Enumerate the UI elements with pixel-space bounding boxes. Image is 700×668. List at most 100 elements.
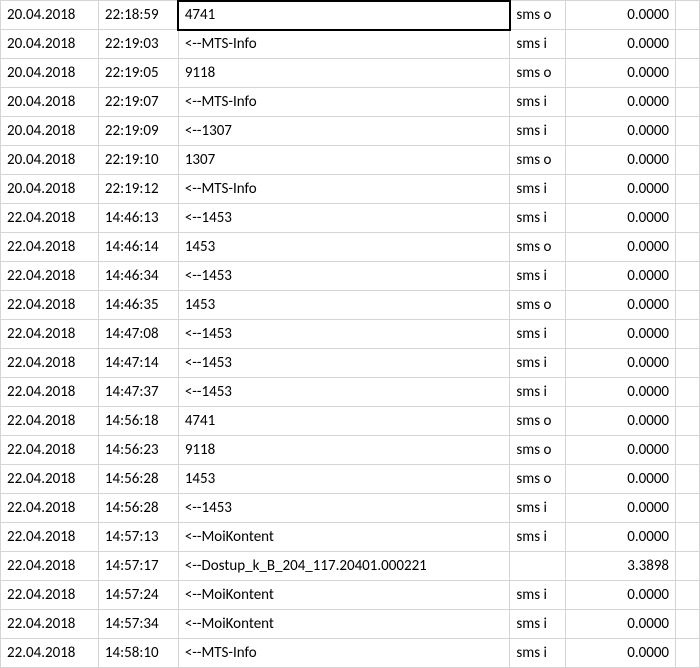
table-row[interactable]: 22.04.201814:47:14<--1453sms i0.0000	[1, 349, 700, 378]
cell-description[interactable]: <--1307	[178, 117, 510, 146]
table-row[interactable]: 22.04.201814:46:13<--1453sms i0.0000	[1, 204, 700, 233]
cell-time[interactable]: 14:57:34	[98, 610, 178, 639]
cell-description[interactable]: <--1453	[178, 378, 510, 407]
cell-empty[interactable]	[676, 59, 700, 88]
cell-description[interactable]: 4741	[178, 1, 510, 30]
cell-type[interactable]: sms i	[510, 117, 566, 146]
cell-description[interactable]: <--MTS-Info	[178, 30, 510, 59]
cell-empty[interactable]	[676, 1, 700, 30]
cell-description[interactable]: <--MoiKontent	[178, 581, 510, 610]
cell-empty[interactable]	[676, 465, 700, 494]
cell-time[interactable]: 14:56:28	[98, 494, 178, 523]
cell-time[interactable]: 14:57:24	[98, 581, 178, 610]
cell-description[interactable]: <--1453	[178, 204, 510, 233]
cell-date[interactable]: 22.04.2018	[1, 436, 99, 465]
cell-type[interactable]: sms i	[510, 494, 566, 523]
cell-date[interactable]: 22.04.2018	[1, 465, 99, 494]
cell-value[interactable]: 0.0000	[566, 30, 676, 59]
cell-date[interactable]: 20.04.2018	[1, 1, 99, 30]
cell-type[interactable]: sms o	[510, 59, 566, 88]
cell-description[interactable]: 1453	[178, 291, 510, 320]
cell-time[interactable]: 22:19:10	[98, 146, 178, 175]
cell-type[interactable]: sms i	[510, 639, 566, 668]
cell-value[interactable]: 0.0000	[566, 262, 676, 291]
cell-value[interactable]: 3.3898	[566, 552, 676, 581]
cell-type[interactable]: sms i	[510, 175, 566, 204]
cell-value[interactable]: 0.0000	[566, 117, 676, 146]
cell-description[interactable]: <--1453	[178, 320, 510, 349]
cell-time[interactable]: 14:47:14	[98, 349, 178, 378]
table-row[interactable]: 22.04.201814:56:281453sms o0.0000	[1, 465, 700, 494]
cell-time[interactable]: 14:47:37	[98, 378, 178, 407]
cell-type[interactable]: sms i	[510, 581, 566, 610]
cell-value[interactable]: 0.0000	[566, 1, 676, 30]
cell-time[interactable]: 22:19:05	[98, 59, 178, 88]
cell-description[interactable]: 1453	[178, 465, 510, 494]
cell-type[interactable]: sms o	[510, 436, 566, 465]
cell-empty[interactable]	[676, 436, 700, 465]
cell-value[interactable]: 0.0000	[566, 349, 676, 378]
cell-description[interactable]: 9118	[178, 436, 510, 465]
table-row[interactable]: 20.04.201822:19:12<--MTS-Infosms i0.0000	[1, 175, 700, 204]
cell-description[interactable]: 9118	[178, 59, 510, 88]
cell-empty[interactable]	[676, 407, 700, 436]
cell-empty[interactable]	[676, 88, 700, 117]
cell-description[interactable]: 1307	[178, 146, 510, 175]
cell-value[interactable]: 0.0000	[566, 407, 676, 436]
cell-date[interactable]: 22.04.2018	[1, 320, 99, 349]
cell-date[interactable]: 22.04.2018	[1, 581, 99, 610]
cell-value[interactable]: 0.0000	[566, 320, 676, 349]
cell-type[interactable]: sms i	[510, 523, 566, 552]
cell-date[interactable]: 20.04.2018	[1, 117, 99, 146]
cell-value[interactable]: 0.0000	[566, 436, 676, 465]
cell-type[interactable]: sms i	[510, 610, 566, 639]
cell-value[interactable]: 0.0000	[566, 465, 676, 494]
cell-date[interactable]: 22.04.2018	[1, 291, 99, 320]
cell-type[interactable]: sms o	[510, 1, 566, 30]
cell-date[interactable]: 22.04.2018	[1, 523, 99, 552]
cell-value[interactable]: 0.0000	[566, 610, 676, 639]
cell-empty[interactable]	[676, 349, 700, 378]
table-row[interactable]: 20.04.201822:19:059118sms o0.0000	[1, 59, 700, 88]
cell-time[interactable]: 14:56:28	[98, 465, 178, 494]
cell-empty[interactable]	[676, 175, 700, 204]
cell-date[interactable]: 22.04.2018	[1, 349, 99, 378]
cell-empty[interactable]	[676, 233, 700, 262]
cell-time[interactable]: 22:18:59	[98, 1, 178, 30]
cell-date[interactable]: 22.04.2018	[1, 233, 99, 262]
table-row[interactable]: 20.04.201822:19:09<--1307sms i0.0000	[1, 117, 700, 146]
table-row[interactable]: 22.04.201814:56:184741sms o0.0000	[1, 407, 700, 436]
table-row[interactable]: 22.04.201814:58:10<--MTS-Infosms i0.0000	[1, 639, 700, 668]
cell-date[interactable]: 22.04.2018	[1, 262, 99, 291]
table-row[interactable]: 22.04.201814:46:141453sms o0.0000	[1, 233, 700, 262]
cell-description[interactable]: <--1453	[178, 262, 510, 291]
table-row[interactable]: 22.04.201814:46:351453sms o0.0000	[1, 291, 700, 320]
table-row[interactable]: 22.04.201814:57:13<--MoiKontentsms i0.00…	[1, 523, 700, 552]
cell-description[interactable]: <--MTS-Info	[178, 88, 510, 117]
cell-time[interactable]: 22:19:09	[98, 117, 178, 146]
cell-empty[interactable]	[676, 552, 700, 581]
cell-value[interactable]: 0.0000	[566, 523, 676, 552]
cell-empty[interactable]	[676, 378, 700, 407]
cell-value[interactable]: 0.0000	[566, 204, 676, 233]
cell-type[interactable]: sms o	[510, 407, 566, 436]
cell-type[interactable]: sms i	[510, 204, 566, 233]
cell-time[interactable]: 14:46:35	[98, 291, 178, 320]
cell-value[interactable]: 0.0000	[566, 88, 676, 117]
cell-value[interactable]: 0.0000	[566, 59, 676, 88]
cell-value[interactable]: 0.0000	[566, 581, 676, 610]
cell-type[interactable]: sms o	[510, 465, 566, 494]
cell-type[interactable]	[510, 552, 566, 581]
cell-value[interactable]: 0.0000	[566, 175, 676, 204]
cell-value[interactable]: 0.0000	[566, 494, 676, 523]
cell-empty[interactable]	[676, 610, 700, 639]
cell-time[interactable]: 14:46:34	[98, 262, 178, 291]
cell-value[interactable]: 0.0000	[566, 378, 676, 407]
table-row[interactable]: 20.04.201822:19:03<--MTS-Infosms i0.0000	[1, 30, 700, 59]
cell-time[interactable]: 14:47:08	[98, 320, 178, 349]
cell-time[interactable]: 14:46:14	[98, 233, 178, 262]
cell-value[interactable]: 0.0000	[566, 146, 676, 175]
cell-empty[interactable]	[676, 291, 700, 320]
table-row[interactable]: 22.04.201814:57:24<--MoiKontentsms i0.00…	[1, 581, 700, 610]
cell-description[interactable]: 1453	[178, 233, 510, 262]
